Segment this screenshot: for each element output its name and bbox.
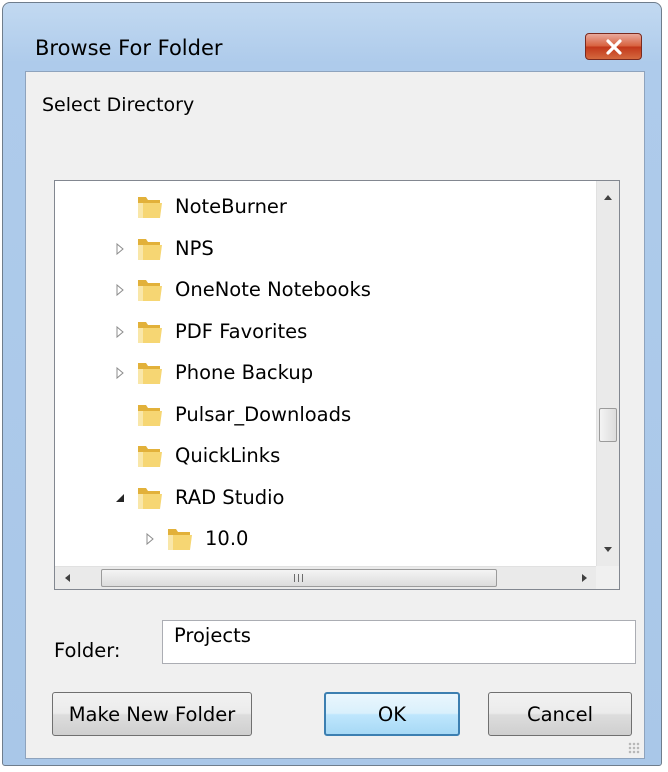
scroll-left-arrow-icon[interactable] — [65, 574, 70, 582]
tree-item[interactable]: QuickLinks — [55, 436, 595, 476]
instruction-text: Select Directory — [42, 94, 195, 116]
scroll-right-arrow-icon[interactable] — [582, 574, 587, 582]
tree-item-label: NoteBurner — [175, 195, 287, 218]
scroll-down-arrow-icon[interactable] — [604, 547, 612, 552]
tree-list: NoteBurner NPS OneNote Notebooks PDF Favori… — [55, 181, 597, 566]
tree-item[interactable]: 10.0 — [55, 519, 595, 559]
make-new-folder-button[interactable]: Make New Folder — [52, 692, 252, 736]
folder-icon — [138, 321, 162, 343]
tree-item-label: 10.0 — [205, 527, 249, 550]
tree-item-label: Phone Backup — [175, 361, 314, 384]
folder-icon — [138, 197, 162, 218]
close-icon — [606, 39, 622, 55]
folder-tree-view[interactable]: NoteBurner NPS OneNote Notebooks PDF Favori… — [54, 180, 620, 590]
horizontal-scrollbar[interactable] — [55, 566, 597, 589]
folder-label: Folder: — [54, 639, 121, 662]
folder-icon — [138, 487, 162, 509]
folder-icon — [138, 446, 162, 467]
scroll-grip-icon — [294, 574, 306, 582]
close-button[interactable] — [585, 33, 642, 60]
folder-icon — [138, 238, 162, 260]
resize-grip-icon[interactable] — [628, 742, 640, 754]
folder-icon — [138, 280, 162, 301]
title-bar[interactable]: Browse For Folder — [3, 3, 661, 60]
folder-icon — [138, 363, 162, 384]
tree-item-label: PDF Favorites — [175, 319, 308, 343]
dialog-window: Browse For Folder Select Directory NoteB… — [2, 2, 662, 766]
scroll-up-arrow-icon[interactable] — [604, 195, 612, 200]
window-title: Browse For Folder — [35, 36, 223, 60]
tree-item[interactable]: OneNote Notebooks — [55, 270, 595, 310]
horizontal-scroll-thumb[interactable] — [101, 569, 497, 587]
ok-button[interactable]: OK — [324, 692, 460, 736]
triangle-right-icon[interactable] — [113, 325, 127, 339]
triangle-right-icon[interactable] — [113, 366, 127, 380]
scrollbar-corner — [596, 566, 619, 589]
tree-item[interactable]: Pulsar_Downloads — [55, 395, 595, 435]
triangle-right-icon[interactable] — [143, 532, 157, 546]
tree-item[interactable]: RAD Studio — [55, 478, 595, 518]
tree-item-label: QuickLinks — [175, 444, 281, 467]
folder-icon — [168, 529, 192, 550]
tree-item[interactable]: NPS — [55, 229, 595, 269]
cancel-button[interactable]: Cancel — [488, 692, 632, 736]
folder-icon — [138, 404, 162, 426]
tree-item-label: Pulsar_Downloads — [175, 402, 352, 426]
tree-item-label: RAD Studio — [175, 485, 285, 509]
dialog-client-area: Select Directory NoteBurner NPS OneNote No… — [25, 71, 645, 759]
tree-item[interactable]: PDF Favorites — [55, 312, 595, 352]
triangle-right-icon[interactable] — [113, 283, 127, 297]
triangle-down-right-icon[interactable] — [113, 491, 127, 505]
tree-item-label: OneNote Notebooks — [175, 278, 371, 301]
tree-item[interactable]: NoteBurner — [55, 187, 595, 227]
tree-item[interactable]: Phone Backup — [55, 353, 595, 393]
triangle-right-icon[interactable] — [113, 242, 127, 256]
vertical-scrollbar[interactable] — [596, 181, 619, 566]
folder-name-value: Projects — [174, 624, 251, 647]
vertical-scroll-thumb[interactable] — [599, 408, 617, 442]
tree-item-label: NPS — [175, 236, 214, 260]
